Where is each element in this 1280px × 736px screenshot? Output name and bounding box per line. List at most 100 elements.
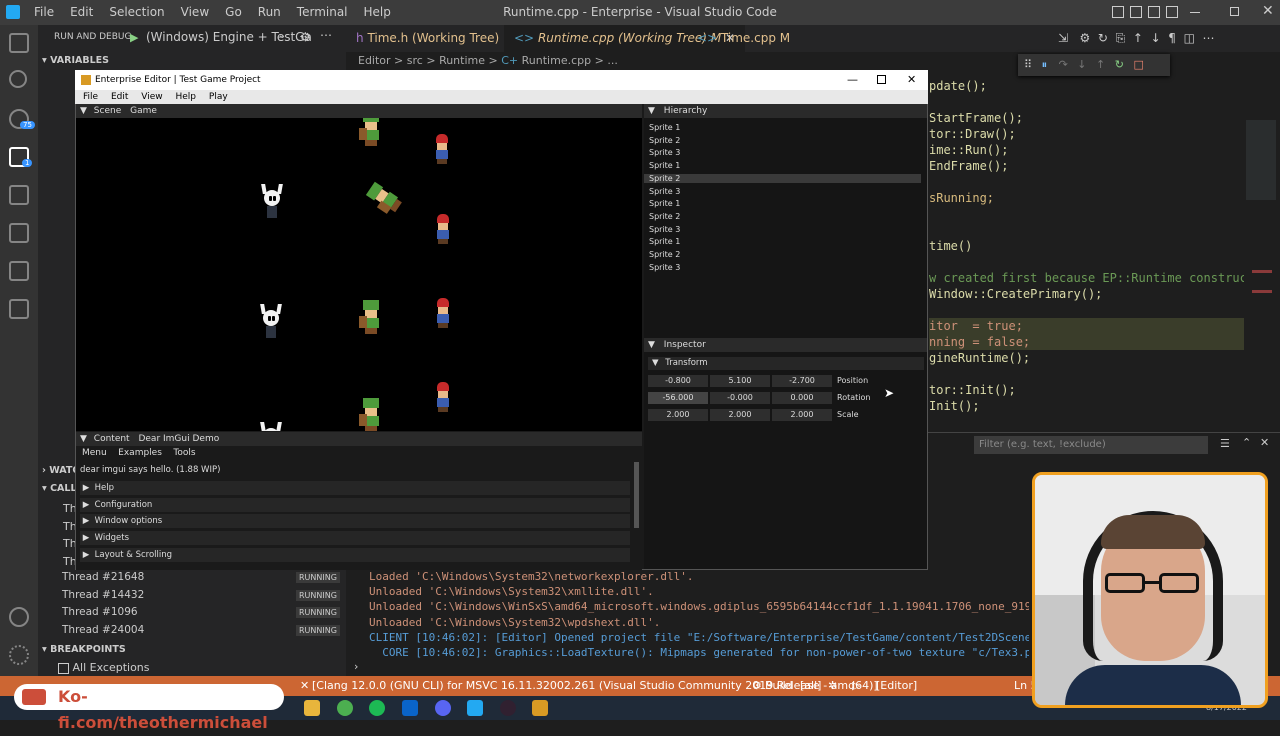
scale-y-field[interactable]: 2.000 xyxy=(710,409,770,421)
compiler-status[interactable]: [Clang 12.0.0 (GNU CLI) for MSVC 16.11.3… xyxy=(312,676,878,696)
outlook-icon[interactable] xyxy=(402,700,418,716)
hierarchy-item[interactable]: Sprite 2 xyxy=(649,136,680,145)
explorer-icon[interactable] xyxy=(9,33,29,53)
code-line[interactable]: tor::Init(); xyxy=(929,383,1016,397)
search-icon[interactable] xyxy=(9,70,27,88)
code-line[interactable]: w created first because EP::Runtime cons… xyxy=(929,271,1280,285)
menu-terminal[interactable]: Terminal xyxy=(289,0,356,25)
enterprise-app-icon[interactable] xyxy=(532,700,548,716)
position-z-field[interactable]: -2.700 xyxy=(772,375,832,387)
link-sprite[interactable] xyxy=(359,300,385,334)
hierarchy-item[interactable]: Sprite 3 xyxy=(649,148,680,157)
arrow-down-icon[interactable]: ↓ xyxy=(1151,31,1161,45)
all-exceptions-row[interactable]: All Exceptions xyxy=(58,661,150,674)
tree-layout-scrolling[interactable]: ▶ Layout & Scrolling xyxy=(80,548,630,562)
arrow-up-icon[interactable]: ↑ xyxy=(1133,31,1143,45)
settings-gear-icon[interactable] xyxy=(9,645,29,665)
menu-help[interactable]: Help xyxy=(356,0,399,25)
more-actions-icon[interactable]: ⋯ xyxy=(320,28,332,42)
panel-close-icon[interactable]: ✕ xyxy=(1260,436,1269,449)
code-line[interactable]: Window::CreatePrimary(); xyxy=(929,287,1102,301)
imgui-menu-examples[interactable]: Examples xyxy=(118,448,162,458)
breakpoints-header[interactable]: ▾ BREAKPOINTS xyxy=(42,644,126,655)
hierarchy-item[interactable]: Sprite 1 xyxy=(649,123,680,132)
transform-header[interactable]: ▼ Transform xyxy=(648,357,924,370)
step-over-icon[interactable]: ↷ xyxy=(1059,58,1068,71)
position-y-field[interactable]: 5.100 xyxy=(710,375,770,387)
scene-viewport[interactable] xyxy=(76,118,642,431)
tab-game[interactable]: Game xyxy=(130,106,157,116)
code-line[interactable]: itor = true; xyxy=(929,319,1023,333)
menu-run[interactable]: Run xyxy=(250,0,289,25)
mario-sprite[interactable] xyxy=(433,134,451,164)
output-filter-input[interactable]: Filter (e.g. text, !exclude) xyxy=(974,436,1208,454)
mario-sprite[interactable] xyxy=(434,382,452,412)
build-gear-icon[interactable]: ⚙ xyxy=(752,676,762,696)
ee-close-icon[interactable]: ✕ xyxy=(907,70,916,90)
account-icon[interactable] xyxy=(9,607,29,627)
restart-icon[interactable]: ↻ xyxy=(1115,58,1124,71)
explorer-folder-icon[interactable] xyxy=(304,700,320,716)
breadcrumb-item[interactable]: Runtime.cpp xyxy=(522,54,591,67)
hierarchy-item[interactable]: Sprite 3 xyxy=(649,187,680,196)
thread-row[interactable]: Thread #21648 RUNNING xyxy=(62,571,340,587)
ee-menu-view[interactable]: View xyxy=(141,92,162,102)
tab-imgui-demo[interactable]: Dear ImGui Demo xyxy=(138,434,219,444)
code-line[interactable]: StartFrame(); xyxy=(929,111,1023,125)
thread-row[interactable]: Thread #14432 RUNNING xyxy=(62,589,340,605)
stop-icon[interactable]: □ xyxy=(1133,58,1143,71)
code-line[interactable]: EndFrame(); xyxy=(929,159,1008,173)
collapse-triangle-icon[interactable]: ▼ xyxy=(80,106,87,116)
mario-sprite[interactable] xyxy=(434,298,452,328)
code-line[interactable]: ime::Run(); xyxy=(929,143,1008,157)
tools-icon[interactable]: ✕ xyxy=(300,676,309,696)
launch-icon[interactable]: ▷ xyxy=(852,676,860,696)
code-line[interactable]: time() xyxy=(929,239,972,253)
thread-row[interactable]: Thread #1096 RUNNING xyxy=(62,606,340,622)
code-line[interactable]: sRunning; xyxy=(929,191,994,205)
panel-list-icon[interactable]: ☰ xyxy=(1220,437,1230,450)
remote-explorer-icon[interactable] xyxy=(9,185,29,205)
step-into-icon[interactable]: ↓ xyxy=(1077,58,1086,71)
step-out-icon[interactable]: ↑ xyxy=(1096,58,1105,71)
customize-layout-icon[interactable] xyxy=(1166,6,1178,18)
toggle-panel-icon[interactable] xyxy=(1130,6,1142,18)
scale-z-field[interactable]: 2.000 xyxy=(772,409,832,421)
open-changes-icon[interactable]: ⎘ xyxy=(1116,31,1126,45)
start-debug-icon[interactable]: ▶ xyxy=(130,31,138,44)
tab-content[interactable]: Content xyxy=(94,434,130,444)
debug-step-icon[interactable]: ⇲ xyxy=(1058,31,1068,45)
ee-menu-edit[interactable]: Edit xyxy=(111,92,128,102)
breadcrumb-item[interactable]: Runtime xyxy=(439,54,485,67)
tab-time-h[interactable]: h Time.h (Working Tree) M xyxy=(346,25,523,52)
toggle-secondary-sidebar-icon[interactable] xyxy=(1148,6,1160,18)
hierarchy-item[interactable]: Sprite 1 xyxy=(649,237,680,246)
menu-file[interactable]: File xyxy=(26,0,62,25)
imgui-scrollbar[interactable] xyxy=(634,462,639,528)
ee-maximize-icon[interactable] xyxy=(877,75,886,84)
discord-icon[interactable] xyxy=(435,700,451,716)
debug-gear-icon[interactable]: ✲ xyxy=(828,676,837,696)
minimize-icon[interactable] xyxy=(1190,12,1200,13)
build-button[interactable]: Build xyxy=(765,676,793,696)
debug-settings-gear-icon[interactable]: ⚙ xyxy=(300,30,311,44)
position-x-field[interactable]: -0.800 xyxy=(648,375,708,387)
code-line[interactable]: nning = false; xyxy=(929,335,1030,349)
all-exceptions-checkbox[interactable] xyxy=(58,662,69,674)
thread-row[interactable]: Thread #24004 RUNNING xyxy=(62,624,340,640)
link-sprite[interactable] xyxy=(364,177,407,218)
ee-menu-file[interactable]: File xyxy=(83,92,98,102)
collapse-triangle-icon[interactable]: ▼ xyxy=(648,340,655,350)
hierarchy-item[interactable]: Sprite 2 xyxy=(649,212,680,221)
tree-help[interactable]: ▶ Help xyxy=(80,481,630,495)
debug-config-select[interactable]: (Windows) Engine + TestGa xyxy=(146,30,312,44)
code-line[interactable]: Init(); xyxy=(929,399,980,413)
hierarchy-item[interactable]: Sprite 3 xyxy=(649,225,680,234)
tab-time-cpp[interactable]: <> Time.cpp M xyxy=(687,25,800,52)
pause-icon[interactable]: ⏸ xyxy=(1042,58,1048,71)
ee-menu-play[interactable]: Play xyxy=(209,92,228,102)
hollow-knight-sprite[interactable] xyxy=(261,184,283,218)
menu-selection[interactable]: Selection xyxy=(101,0,172,25)
tree-widgets[interactable]: ▶ Widgets xyxy=(80,531,630,545)
hierarchy-item[interactable]: Sprite 1 xyxy=(649,161,680,170)
